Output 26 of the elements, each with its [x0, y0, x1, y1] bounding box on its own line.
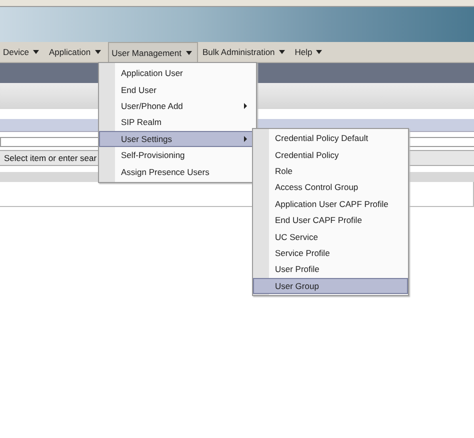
menu-item[interactable]: UC Service: [253, 228, 408, 245]
menu-item[interactable]: Credential Policy Default: [253, 130, 408, 146]
menu-tab[interactable]: Application: [46, 42, 106, 62]
caret-icon: [316, 50, 322, 54]
caret-icon: [278, 50, 285, 54]
menu-item[interactable]: Credential Policy: [253, 146, 408, 163]
menu-item[interactable]: Assign Presence Users: [99, 163, 256, 180]
menu-tab[interactable]: Bulk Administration: [200, 42, 290, 62]
menu-tab[interactable]: Device: [0, 42, 44, 62]
menu-item[interactable]: Application User: [99, 65, 256, 82]
menu-item[interactable]: Service Profile: [253, 244, 408, 262]
menu-item[interactable]: End User: [99, 81, 256, 98]
caret-icon: [94, 50, 101, 54]
menu-item[interactable]: Access Control Group: [253, 179, 408, 196]
menu-item[interactable]: Role: [253, 162, 408, 180]
menu-item[interactable]: User Profile: [253, 261, 408, 278]
menu-tab[interactable]: User Management: [108, 42, 198, 62]
menu-item[interactable]: User Group: [253, 278, 408, 294]
menu-item[interactable]: Self-Provisioning: [99, 146, 256, 164]
caret-icon: [186, 50, 192, 54]
caret-icon: [32, 50, 39, 54]
menu-item[interactable]: SIP Realm: [99, 114, 256, 131]
menu-item[interactable]: Application User CAPF Profile: [253, 196, 408, 212]
menu-item[interactable]: End User CAPF Profile: [253, 212, 408, 228]
menu-item[interactable]: User/Phone Add: [99, 98, 256, 114]
menu-tab[interactable]: Help: [292, 42, 328, 62]
